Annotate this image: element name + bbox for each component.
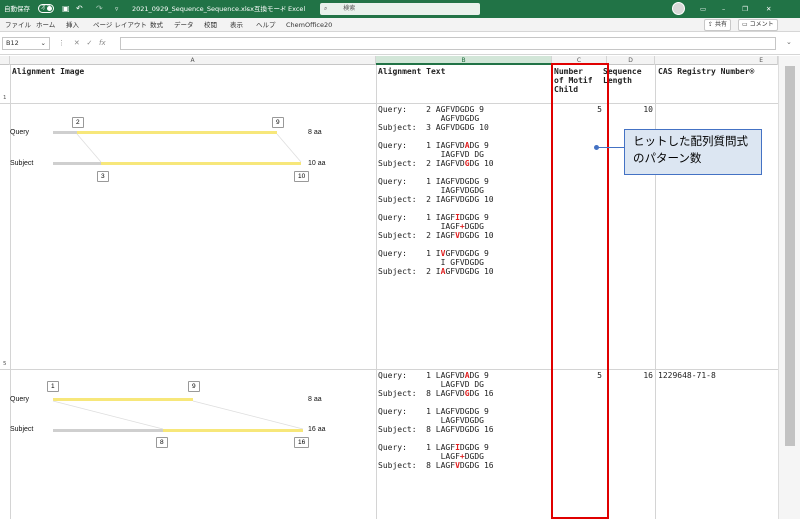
enter-icon[interactable]: ✓ — [86, 39, 92, 47]
expand-formula-icon[interactable]: ⌄ — [786, 38, 792, 46]
header-alignment-text: Alignment Text — [378, 67, 446, 76]
cas-number-cell[interactable]: 1229648-71-8 — [658, 371, 716, 380]
search-icon: ⌕ — [324, 5, 328, 12]
search-box[interactable]: ⌕ 検索 — [320, 3, 480, 15]
menu-review[interactable]: 校閲 — [204, 18, 217, 32]
comment-icon: ▭ — [742, 21, 748, 28]
menu-file[interactable]: ファイル — [5, 18, 31, 32]
callout-connector — [598, 147, 625, 148]
avatar[interactable] — [672, 2, 685, 15]
autosave-label: 自動保存 — [4, 5, 30, 13]
name-box-value: B12 — [6, 39, 19, 47]
menu-insert[interactable]: 挿入 — [66, 18, 79, 32]
comment-button[interactable]: ▭ コメント — [738, 19, 778, 31]
ribbon-menu: ファイル ホーム 挿入 ページ レイアウト 数式 データ 校閲 表示 ヘルプ C… — [0, 18, 800, 32]
share-button[interactable]: ⇪ 共有 — [704, 19, 731, 31]
callout-line-1: ヒットした配列質問式 — [633, 134, 748, 148]
column-header-b[interactable]: B — [376, 56, 552, 65]
vertical-scrollbar[interactable] — [778, 56, 800, 519]
column-header-e[interactable]: E — [655, 56, 778, 65]
column-header-a[interactable]: A — [10, 56, 376, 65]
formula-bar: B12 ⌄ ⋮ ✕ ✓ fx ⌄ — [0, 33, 800, 55]
redo-icon[interactable]: ↷ — [96, 0, 103, 18]
title-separator: - — [246, 5, 249, 13]
header-sequence-length: Sequence Length — [603, 67, 642, 85]
comment-label: コメント — [749, 21, 774, 28]
formula-icons: ⋮ ✕ ✓ fx — [58, 37, 106, 50]
sequence-length-cell[interactable]: 10 — [607, 105, 653, 114]
menu-data[interactable]: データ — [174, 18, 194, 32]
menu-help[interactable]: ヘルプ — [256, 18, 276, 32]
formula-input[interactable] — [120, 37, 776, 50]
callout-anchor-dot — [594, 145, 599, 150]
title-separator: - — [280, 5, 283, 13]
alignment-text-record-2: Query: 1 LAGFVDADG 9 LAGFVD DG Subject: … — [378, 371, 494, 470]
share-label: 共有 — [714, 21, 727, 28]
menu-page-layout[interactable]: ページ レイアウト — [93, 18, 147, 32]
column-header-d[interactable]: D — [607, 56, 655, 65]
chevron-down-icon[interactable]: ⌄ — [41, 38, 46, 49]
more-icon: ⋮ — [58, 39, 65, 47]
customize-qat-icon[interactable]: ▿ — [115, 0, 118, 18]
fx-icon[interactable]: fx — [99, 39, 106, 47]
alignment-text-record-1: Query: 2 AGFVDGDG 9 AGFVDGDG Subject: 3 … — [378, 105, 494, 276]
restore-icon[interactable]: ❐ — [742, 0, 748, 18]
undo-icon[interactable]: ↶ — [76, 0, 83, 18]
close-icon[interactable]: ✕ — [766, 0, 771, 18]
share-icon: ⇪ — [708, 21, 714, 28]
menu-chemoffice[interactable]: ChemOffice20 — [286, 18, 332, 32]
select-all-corner[interactable] — [0, 56, 10, 65]
search-placeholder: 検索 — [343, 5, 356, 12]
ribbon-display-icon[interactable]: ▭ — [700, 0, 706, 18]
name-box[interactable]: B12 ⌄ — [2, 37, 50, 50]
motif-column-highlight — [551, 63, 609, 519]
menu-view[interactable]: 表示 — [230, 18, 243, 32]
cancel-icon[interactable]: ✕ — [74, 39, 80, 47]
document-filename: 2021_0929_Sequence_Sequence.xlsx — [132, 5, 254, 13]
title-bar: 自動保存 オフ ▣ ↶ ↷ ▿ 2021_0929_Sequence_Seque… — [0, 0, 800, 18]
alignment-connector-lines — [52, 400, 304, 430]
callout-annotation: ヒットした配列質問式 のパターン数 — [624, 129, 762, 175]
app-name: Excel — [288, 5, 306, 13]
alignment-connector-lines — [76, 133, 302, 163]
header-cas-number: CAS Registry Number® — [658, 67, 755, 76]
sequence-length-cell[interactable]: 16 — [607, 371, 653, 380]
menu-home[interactable]: ホーム — [36, 18, 55, 32]
save-icon[interactable]: ▣ — [62, 0, 70, 18]
menu-formulas[interactable]: 数式 — [150, 18, 163, 32]
scrollbar-thumb[interactable] — [785, 66, 795, 446]
callout-line-2: のパターン数 — [633, 151, 702, 165]
autosave-toggle[interactable]: オフ — [38, 4, 54, 13]
minimize-icon[interactable]: – — [722, 0, 725, 18]
column-headers: A B C D E — [0, 56, 800, 65]
